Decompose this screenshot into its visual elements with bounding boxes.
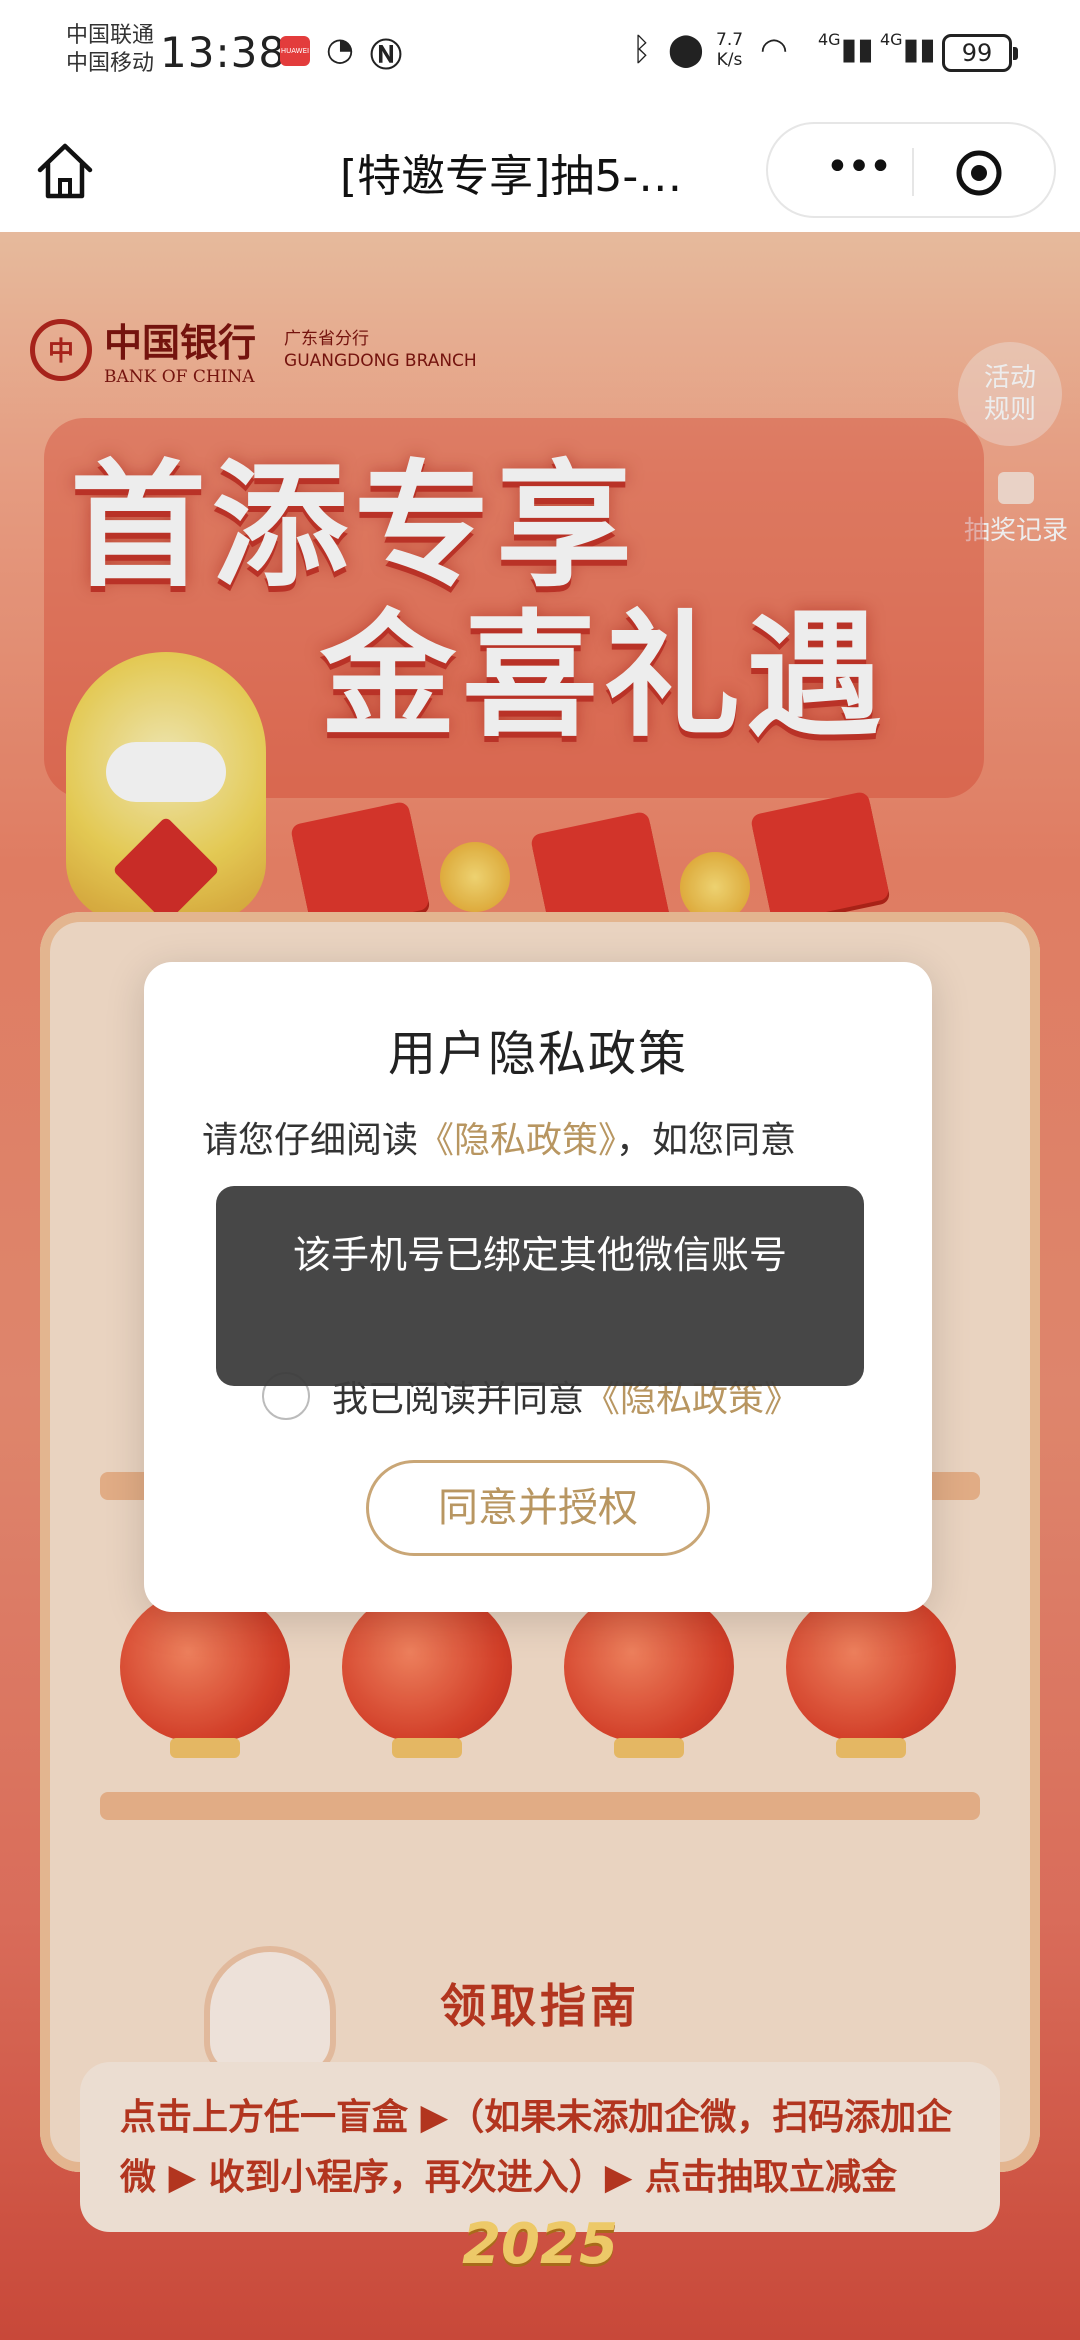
location-icon: ⬤ bbox=[668, 30, 704, 68]
agree-authorize-button[interactable]: 同意并授权 bbox=[366, 1460, 710, 1556]
huawei-app-icon: HUAWEI bbox=[280, 36, 310, 66]
carrier-2: 中国移动 bbox=[66, 51, 155, 76]
home-icon[interactable] bbox=[30, 136, 100, 206]
wifi-icon: ◠ bbox=[760, 30, 788, 68]
page-title: [特邀专享]抽5-… bbox=[340, 151, 683, 202]
privacy-policy-link[interactable]: 《隐私政策》 bbox=[418, 1120, 616, 1161]
bluetooth-icon: ᛒ bbox=[632, 30, 652, 68]
more-menu-button[interactable]: ••• bbox=[808, 144, 908, 200]
dialog-body: 请您仔细阅读《隐私政策》，如您同意 bbox=[202, 1120, 797, 1161]
signal-1-icon: 4G▮▮ bbox=[818, 30, 874, 67]
screen: 中国联通 中国移动 13:38 HUAWEI ◔ Ⓝ ᛒ ⬤ 7.7 K/s ◠… bbox=[0, 0, 1080, 2340]
close-mini-program-icon[interactable] bbox=[954, 148, 1004, 198]
network-speed: 7.7 K/s bbox=[716, 30, 744, 70]
error-toast: 该手机号已绑定其他微信账号 bbox=[216, 1186, 864, 1386]
mini-program-nav-bar: [特邀专享]抽5-… ••• bbox=[0, 110, 1080, 232]
battery-icon: 99 bbox=[942, 34, 1018, 72]
capsule-menu: ••• bbox=[766, 122, 1056, 218]
dialog-title: 用户隐私政策 bbox=[387, 1026, 688, 1082]
clock: 13:38 bbox=[160, 28, 287, 77]
status-bar: 中国联通 中国移动 13:38 HUAWEI ◔ Ⓝ ᛒ ⬤ 7.7 K/s ◠… bbox=[0, 0, 1080, 110]
carrier-info: 中国联通 中国移动 bbox=[66, 22, 154, 78]
speedometer-icon: ◔ bbox=[326, 30, 354, 68]
capsule-divider bbox=[912, 148, 914, 196]
nfc-icon: Ⓝ bbox=[370, 36, 403, 74]
carrier-1: 中国联通 bbox=[66, 23, 155, 48]
signal-2-icon: 4G▮▮ bbox=[880, 30, 936, 67]
